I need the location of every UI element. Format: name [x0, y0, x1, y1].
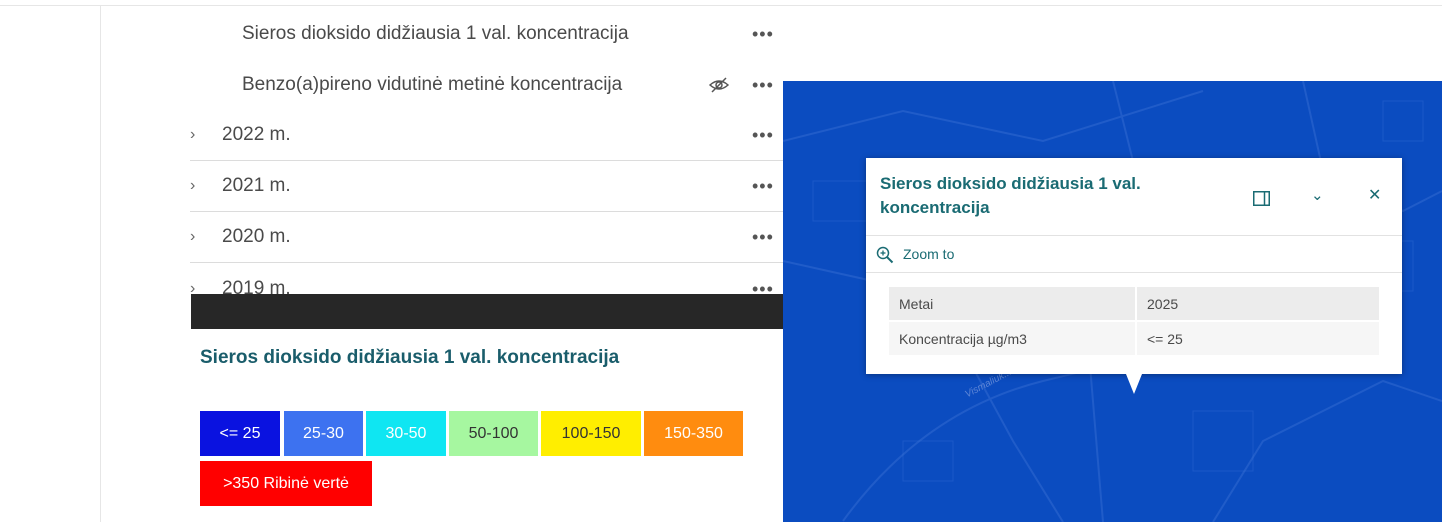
attribute-value: 2025 [1136, 287, 1379, 322]
more-options-button[interactable]: ••• [752, 76, 774, 94]
legend-swatch: 30-50 [366, 411, 446, 456]
chevron-right-icon[interactable]: › [190, 126, 195, 144]
legend-swatch: >350 Ribinė vertė [200, 461, 372, 506]
layer-group-label: 2022 m. [222, 124, 291, 145]
attribute-table: Metai 2025 Koncentracija µg/m3 <= 25 [889, 287, 1379, 357]
layer-group-2021[interactable]: › 2021 m. ••• [190, 161, 783, 212]
layer-group-label: 2020 m. [222, 226, 291, 247]
dock-icon[interactable] [1253, 191, 1270, 206]
popup-divider [866, 272, 1402, 273]
more-options-button[interactable]: ••• [752, 177, 774, 195]
top-divider [0, 5, 1442, 6]
close-icon[interactable]: ✕ [1368, 185, 1381, 205]
table-row: Metai 2025 [889, 287, 1379, 322]
layer-label: Benzo(a)pireno vidutinė metinė koncentra… [242, 73, 623, 95]
chevron-right-icon[interactable]: › [190, 177, 195, 195]
eye-off-icon[interactable] [708, 76, 730, 94]
chevron-down-icon[interactable]: ⌄ [1311, 186, 1324, 204]
popup-pointer [1126, 374, 1142, 394]
layer-item-benzo[interactable]: Benzo(a)pireno vidutinė metinė koncentra… [190, 59, 783, 110]
popup-divider [866, 235, 1402, 236]
attribute-key: Koncentracija µg/m3 [889, 321, 1137, 357]
legend-swatch: <= 25 [200, 411, 280, 456]
attribute-value: <= 25 [1136, 321, 1379, 357]
more-options-button[interactable]: ••• [752, 228, 774, 246]
page: Sieros dioksido didžiausia 1 val. koncen… [0, 0, 1442, 522]
legend-swatch: 50-100 [449, 411, 538, 456]
chevron-right-icon[interactable]: › [190, 228, 195, 246]
layer-item-so2[interactable]: Sieros dioksido didžiausia 1 val. koncen… [190, 8, 783, 59]
more-options-button[interactable]: ••• [752, 126, 774, 144]
layer-group-2022[interactable]: › 2022 m. ••• [190, 110, 783, 161]
layer-group-label: 2021 m. [222, 175, 291, 196]
legend-title: Sieros dioksido didžiausia 1 val. koncen… [200, 347, 620, 368]
layer-label: Sieros dioksido didžiausia 1 val. koncen… [242, 22, 629, 44]
popup-title: Sieros dioksido didžiausia 1 val. koncen… [880, 174, 1141, 217]
legend-header-bar [191, 294, 783, 329]
legend-swatch: 100-150 [541, 411, 641, 456]
legend-swatch: 25-30 [284, 411, 363, 456]
table-row: Koncentracija µg/m3 <= 25 [889, 321, 1379, 357]
zoom-in-icon[interactable] [876, 246, 894, 264]
zoom-to-button[interactable]: Zoom to [903, 246, 954, 262]
legend-swatch: 150-350 [644, 411, 743, 456]
attribute-key: Metai [889, 287, 1137, 322]
more-options-button[interactable]: ••• [752, 25, 774, 43]
feature-popup: Sieros dioksido didžiausia 1 val. koncen… [866, 158, 1402, 374]
layer-group-2020[interactable]: › 2020 m. ••• [190, 212, 783, 263]
left-panel-divider [100, 5, 101, 522]
